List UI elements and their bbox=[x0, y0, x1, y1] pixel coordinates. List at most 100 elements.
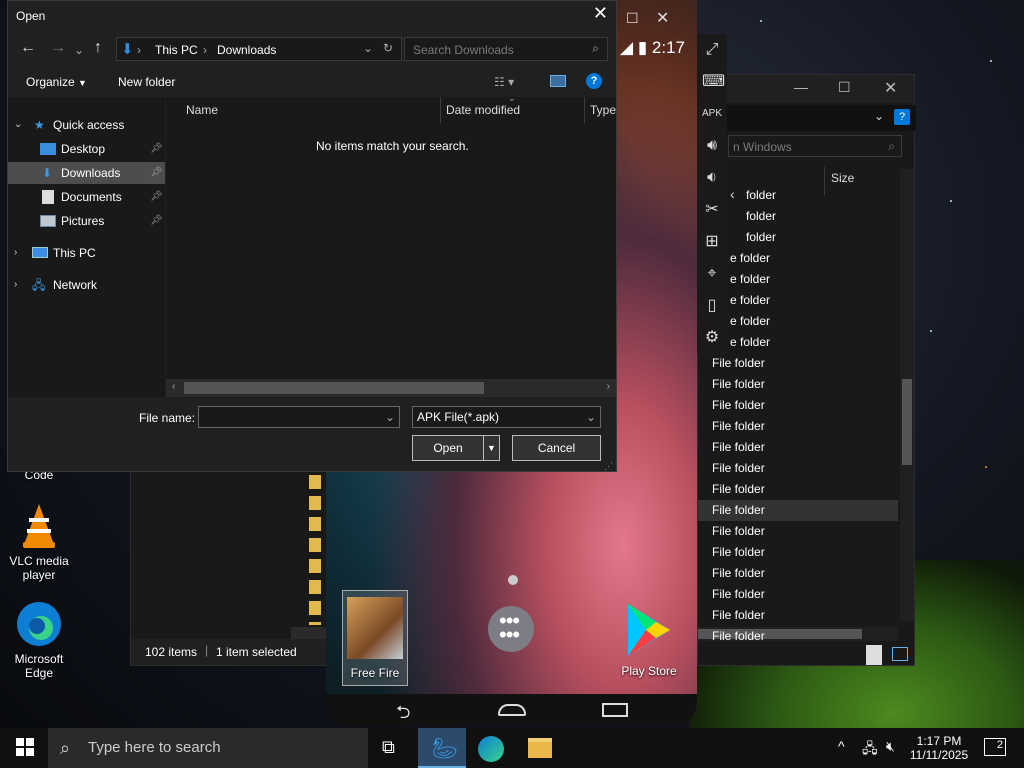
expand-chevron-icon[interactable]: › bbox=[14, 274, 17, 296]
list-item[interactable]: File folder bbox=[698, 353, 898, 374]
chevron-down-icon[interactable]: ⌄ bbox=[586, 407, 596, 427]
volume-down-icon[interactable]: 🔉︎ bbox=[702, 168, 722, 188]
nav-network[interactable]: › 🖧︎ Network bbox=[8, 274, 165, 296]
list-item[interactable]: File folder bbox=[698, 563, 898, 584]
list-item[interactable]: folder bbox=[698, 206, 898, 227]
app-play-store[interactable]: Play Store bbox=[612, 600, 686, 686]
app-drawer-button[interactable]: ••• ••• bbox=[488, 606, 534, 652]
list-item[interactable]: File folder bbox=[698, 437, 898, 458]
expand-chevron-icon[interactable]: ⌄ bbox=[14, 114, 22, 136]
list-item[interactable]: File folder bbox=[698, 584, 898, 605]
column-header-name[interactable]: Name bbox=[186, 103, 218, 117]
emulator-maximize-icon[interactable]: ☐ bbox=[626, 10, 639, 27]
back-button-icon[interactable]: ⮌ bbox=[396, 700, 410, 730]
search-input[interactable]: Search Downloads ⌕ bbox=[404, 37, 608, 61]
list-item[interactable]: e folder bbox=[698, 290, 898, 311]
list-item[interactable]: e folder bbox=[698, 332, 898, 353]
list-item[interactable]: File folder bbox=[698, 395, 898, 416]
toolbar-collapse-chevron-icon[interactable]: ‹ bbox=[730, 186, 735, 202]
list-item[interactable]: folder bbox=[698, 185, 898, 206]
back-arrow-icon[interactable]: ← bbox=[20, 39, 36, 57]
background-explorer-window-left[interactable]: 102 items | 1 item selected bbox=[130, 470, 331, 666]
taskbar-search-input[interactable]: ⌕ Type here to search bbox=[48, 728, 368, 768]
open-button[interactable]: Open ▼ bbox=[412, 435, 500, 461]
large-icons-view-icon[interactable] bbox=[892, 647, 908, 661]
maximize-icon[interactable]: ☐ bbox=[838, 79, 851, 96]
background-explorer-window[interactable]: — ☐ ✕ ⌄ ? n Windows ⌕ Size folder folder f… bbox=[697, 74, 916, 666]
fullscreen-icon[interactable]: ⤢ bbox=[702, 40, 722, 60]
refresh-icon[interactable]: ↻ bbox=[383, 41, 393, 55]
home-button-icon[interactable] bbox=[498, 704, 526, 716]
view-options-icon[interactable]: ☷ ▾ bbox=[494, 75, 514, 89]
nav-documents[interactable]: Documents 📌︎ bbox=[8, 186, 165, 208]
list-item[interactable]: File folder bbox=[698, 542, 898, 563]
volume-muted-icon[interactable]: 🔇︎ bbox=[886, 738, 895, 755]
taskbar-clock[interactable]: 1:17 PM 11/11/2025 bbox=[906, 734, 972, 762]
notifications-button[interactable]: 2 bbox=[984, 738, 1006, 756]
list-item[interactable]: File folder bbox=[698, 605, 898, 626]
chevron-down-icon[interactable]: ⌄ bbox=[874, 109, 884, 123]
horizontal-scrollbar[interactable]: ‹ › bbox=[166, 379, 616, 397]
list-item[interactable]: e folder bbox=[698, 269, 898, 290]
recent-locations-chevron-icon[interactable]: ⌄ bbox=[74, 43, 84, 57]
shake-icon[interactable]: ▯ bbox=[702, 296, 722, 316]
resize-grip-icon[interactable]: ⋰ bbox=[604, 461, 613, 472]
new-folder-button[interactable]: New folder bbox=[118, 75, 175, 89]
desktop-icon-vlc[interactable]: VLC media player bbox=[4, 502, 74, 582]
vertical-scrollbar[interactable] bbox=[900, 169, 914, 621]
list-item[interactable]: File folder bbox=[698, 458, 898, 479]
taskbar-file-explorer-icon[interactable] bbox=[528, 738, 552, 758]
install-apk-icon[interactable]: APK bbox=[702, 104, 722, 124]
list-item[interactable]: File folder bbox=[698, 521, 898, 542]
address-history-chevron-icon[interactable]: ⌄ bbox=[363, 41, 373, 55]
close-icon[interactable]: ✕ bbox=[884, 78, 897, 98]
expand-chevron-icon[interactable]: › bbox=[14, 242, 17, 264]
breadcrumb-this-pc[interactable]: This PC bbox=[155, 43, 198, 57]
nav-desktop[interactable]: Desktop 📌︎ bbox=[8, 138, 165, 160]
file-type-select[interactable]: APK File(*.apk) ⌄ bbox=[412, 406, 601, 428]
column-divider[interactable] bbox=[584, 97, 585, 123]
scrollbar-thumb[interactable] bbox=[184, 382, 484, 394]
list-item[interactable]: File folder bbox=[698, 500, 898, 521]
up-arrow-icon[interactable]: ↑ bbox=[94, 39, 102, 57]
list-item[interactable]: File folder bbox=[698, 479, 898, 500]
list-item[interactable]: e folder bbox=[698, 248, 898, 269]
breadcrumb-downloads[interactable]: Downloads bbox=[217, 43, 276, 57]
search-input[interactable]: n Windows ⌕ bbox=[728, 135, 902, 157]
list-item[interactable]: File folder bbox=[698, 374, 898, 395]
recents-button-icon[interactable] bbox=[602, 703, 628, 717]
list-item[interactable]: File folder bbox=[698, 416, 898, 437]
task-view-icon[interactable]: ⧉ bbox=[382, 737, 395, 758]
help-icon[interactable]: ? bbox=[894, 109, 910, 125]
scroll-right-icon[interactable]: › bbox=[607, 381, 610, 392]
details-view-icon[interactable] bbox=[866, 645, 882, 665]
show-hidden-icons-chevron-icon[interactable]: ^ bbox=[838, 738, 845, 754]
file-name-input[interactable]: ⌄ bbox=[198, 406, 400, 428]
settings-gear-icon[interactable]: ⚙ bbox=[702, 328, 722, 348]
file-list-pane[interactable]: Name ⌄ Date modified Type No items match… bbox=[166, 93, 616, 397]
windows-start-icon[interactable] bbox=[16, 738, 34, 756]
column-header-date-modified[interactable]: Date modified bbox=[446, 103, 520, 117]
scrollbar-thumb[interactable] bbox=[902, 379, 912, 465]
nav-quick-access[interactable]: ⌄ ★ Quick access bbox=[8, 114, 165, 136]
address-bar[interactable]: ⬇ › This PC › Downloads ⌄ ↻ bbox=[116, 37, 402, 61]
list-item[interactable]: e folder bbox=[698, 311, 898, 332]
taskbar-app-emulator[interactable]: 🦢︎ bbox=[418, 728, 466, 768]
emulator-close-icon[interactable]: ✕ bbox=[656, 8, 669, 28]
screenshot-cut-icon[interactable]: ✂ bbox=[702, 200, 722, 220]
list-item[interactable]: File folder bbox=[698, 626, 898, 647]
add-window-icon[interactable]: ⊞ bbox=[702, 232, 722, 252]
nav-this-pc[interactable]: › This PC bbox=[8, 242, 165, 264]
scroll-left-icon[interactable]: ‹ bbox=[172, 381, 175, 392]
column-divider[interactable] bbox=[440, 97, 441, 123]
close-icon[interactable]: ✕ bbox=[593, 3, 608, 24]
preview-pane-icon[interactable] bbox=[550, 75, 566, 87]
forward-arrow-icon[interactable]: → bbox=[50, 39, 66, 57]
location-icon[interactable]: ⌖ bbox=[702, 264, 722, 284]
network-status-icon[interactable]: 🖧︎ bbox=[862, 738, 878, 762]
help-icon[interactable]: ? bbox=[586, 73, 602, 89]
cancel-button[interactable]: Cancel bbox=[512, 435, 601, 461]
volume-up-icon[interactable]: 🔊︎ bbox=[702, 136, 722, 156]
nav-downloads[interactable]: ⬇ Downloads 📌︎ bbox=[8, 162, 165, 184]
chevron-down-icon[interactable]: ⌄ bbox=[385, 407, 395, 427]
